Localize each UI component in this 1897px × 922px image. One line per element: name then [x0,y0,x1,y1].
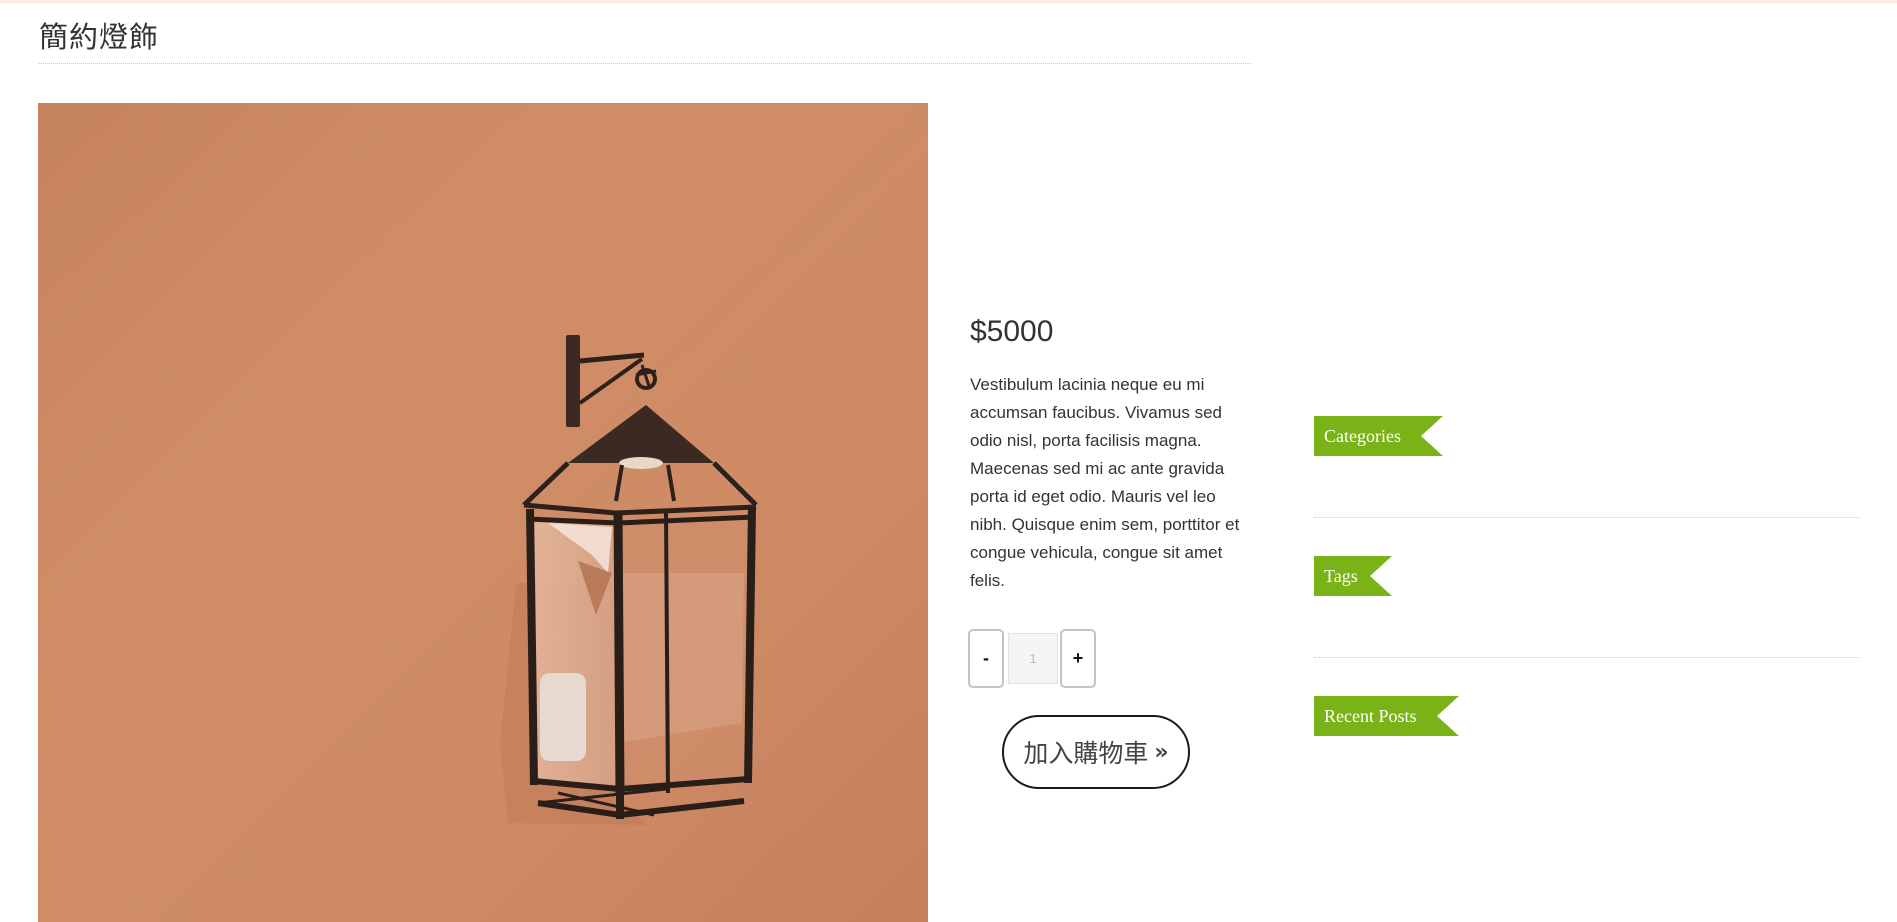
quantity-input[interactable] [1008,633,1058,684]
add-to-cart-label: 加入購物車 [1023,739,1149,768]
sidebar-divider [1314,657,1860,658]
add-to-cart-button[interactable]: 加入購物車 » [1002,715,1190,789]
sidebar-divider [1314,517,1860,518]
product-description: Vestibulum lacinia neque eu mi accumsan … [970,375,1240,590]
top-accent-line [0,0,1897,3]
widget-title-categories: Categories [1314,416,1443,456]
title-divider [39,63,1252,64]
page-title: 簡約燈飾 [39,22,160,54]
quantity-decrease-button[interactable]: - [968,629,1004,688]
widget-title-tags: Tags [1314,556,1392,596]
double-chevron-right-icon: » [1154,739,1169,765]
quantity-increase-button[interactable]: + [1060,629,1096,688]
product-page: 簡約燈飾 $5000 Vestibulum lacinia neque eu m… [0,0,1897,922]
widget-title-recent-posts: Recent Posts [1314,696,1459,736]
product-image[interactable] [38,103,928,922]
lantern-illustration [38,103,928,922]
product-price: $5000 [970,315,1054,348]
